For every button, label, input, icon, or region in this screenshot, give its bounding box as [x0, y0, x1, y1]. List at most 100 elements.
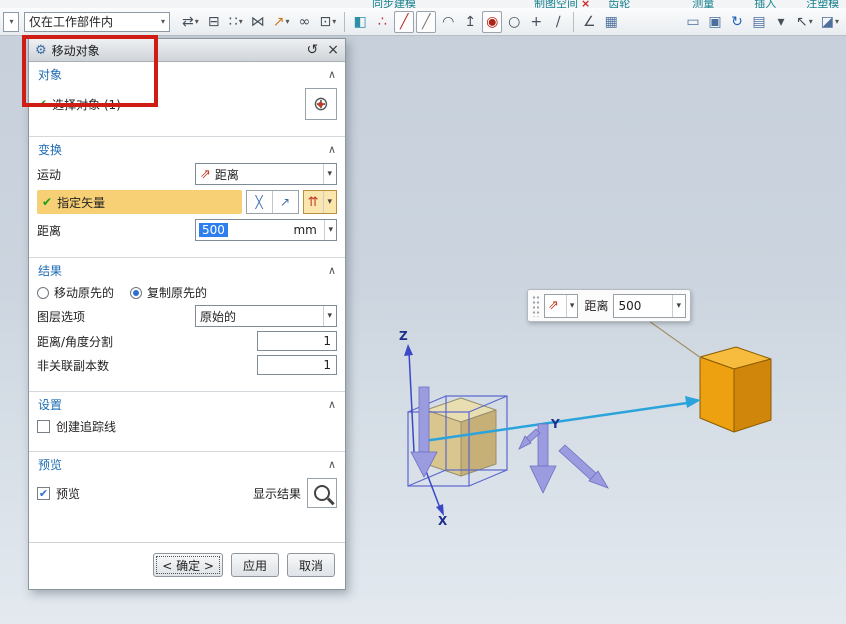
section-settings-header[interactable]: 设置 ∧ [29, 392, 345, 416]
close-icon[interactable]: × [327, 43, 339, 57]
vector-dialog-button[interactable]: ↗ [271, 191, 298, 213]
division-value: 1 [323, 334, 331, 348]
layer-manager-icon[interactable]: ▤ [749, 11, 769, 33]
section-object-header[interactable]: 对象 ∧ [29, 62, 345, 86]
crosshair-icon: ⊕ [313, 92, 329, 115]
distance-value[interactable]: 500 [199, 223, 228, 237]
distance-input[interactable]: 500 mm ▾ [195, 219, 337, 241]
circle-snap-icon-glyph: ○ [508, 13, 521, 30]
shaded-cube-icon[interactable]: ◧ [350, 11, 370, 33]
endpoint-snap-icon-glyph: ╱ [400, 13, 409, 30]
dropdown-arrow-icon: ▾ [323, 306, 332, 326]
dropdown-arrow-icon: ▾ [285, 17, 290, 26]
distance-unit[interactable]: mm [293, 223, 321, 237]
radio-copy-original[interactable]: 复制原先的 [130, 284, 207, 301]
dialog-titlebar[interactable]: ⚙ 移动对象 ↺ × [29, 39, 345, 62]
collapse-icon[interactable]: ∧ [328, 458, 336, 471]
slash-snap-icon[interactable]: ∕ [548, 11, 568, 33]
collapse-icon[interactable]: ∧ [328, 143, 336, 156]
reset-icon[interactable]: ↺ [307, 43, 319, 57]
target-cube[interactable] [699, 346, 772, 433]
copy-display-icon[interactable]: ⊟ [204, 11, 224, 33]
radio-move-original[interactable]: 移动原先的 [37, 284, 114, 301]
rotate-view-icon[interactable]: ↻ [727, 11, 747, 33]
axis-x-label: X [438, 514, 448, 528]
radio-row: 移动原先的 复制原先的 [29, 282, 345, 303]
show-result-label: 显示结果 [252, 486, 301, 501]
reverse-direction-button[interactable]: ╳ [247, 191, 272, 213]
close-icon: × [581, 0, 591, 8]
circle-snap-icon[interactable]: ○ [504, 11, 524, 33]
specify-vector-field[interactable]: ✔ 指定矢量 [37, 190, 242, 214]
pattern-geometry-icon[interactable]: ∷ ▾ [226, 11, 246, 33]
fit-window-icon[interactable]: ▣ [705, 11, 725, 33]
extract-region-icon[interactable]: ⊡ ▾ [317, 11, 340, 33]
distance-row: 距离 500 mm ▾ [29, 217, 345, 243]
mini-distance-input[interactable]: 500 ▾ [613, 293, 686, 318]
preview-label: 预览 [56, 486, 81, 501]
layer-option-dropdown[interactable]: 原始的 ▾ [195, 305, 337, 327]
vector-type-icon: ⇈ [307, 194, 319, 210]
shaded-cube-icon-glyph: ◧ [353, 13, 367, 30]
trace-line-checkbox[interactable] [37, 420, 50, 433]
section-transform-header[interactable]: 变换 ∧ [29, 137, 345, 161]
point-on-curve-icon[interactable]: ↥ [460, 11, 480, 33]
toolbar-icons: ⇄ ▾ ⊟ ∷ ▾ ⋈ ↗ ▾ ∞ ⊡ ▾ ◧ ∴ ╱ ╱ ◠ ↥ ◉ ○ + ∕ ∠ ▦ ▭ ▣ ↻ ▤ ▾ ↖ ▾ ◪ ▾ [178, 8, 843, 35]
copies-input[interactable]: 1 [257, 355, 337, 375]
vector-type-dropdown[interactable]: ⇈ ▾ [302, 190, 337, 214]
gear-icon: ⚙ [35, 42, 47, 58]
selection-filter-icon[interactable]: ↖ ▾ [793, 11, 816, 33]
dropdown-arrow-icon: ▾ [323, 164, 332, 184]
rotate-view-icon-glyph: ↻ [731, 13, 743, 30]
center-snap-icon[interactable]: ◉ [482, 10, 503, 33]
cancel-button[interactable]: 取消 [287, 553, 335, 577]
apply-button[interactable]: 应用 [231, 553, 279, 577]
division-input[interactable]: 1 [257, 331, 337, 351]
angle-snap-icon[interactable]: ∠ [579, 11, 599, 33]
trace-line-row: 创建追踪线 [29, 416, 345, 437]
select-object-button[interactable]: ⊕ [305, 88, 337, 120]
center-snap-icon-glyph: ◉ [486, 13, 499, 30]
collapse-icon[interactable]: ∧ [328, 398, 336, 411]
ok-button[interactable]: < 确定 > [153, 553, 223, 577]
toolbar-overflow-icon[interactable]: ▾ [771, 11, 791, 33]
source-cube[interactable] [425, 397, 497, 477]
assign-handle-icon[interactable]: ⇄ ▾ [179, 11, 202, 33]
radio-selected-icon [130, 286, 143, 299]
vector-type-dropdown-mini[interactable]: ⇗ ▾ [544, 293, 579, 318]
leader-line [648, 320, 702, 359]
section-result-header[interactable]: 结果 ∧ [29, 258, 345, 282]
preview-checkbox[interactable]: ✔ [37, 486, 50, 500]
scope-filter-dropdown[interactable]: 仅在工作部件内 ▾ [24, 11, 170, 32]
mirror-geometry-icon[interactable]: ⋈ [248, 11, 268, 33]
motion-dropdown[interactable]: ⇗ 距离 ▾ [195, 163, 337, 185]
interpart-link-icon[interactable]: ∞ [295, 11, 315, 33]
midpoint-snap-icon[interactable]: ╱ [416, 10, 437, 33]
more-commands-icon[interactable]: ◪ ▾ [818, 11, 842, 33]
drag-handle-diagonal[interactable] [558, 444, 609, 489]
endpoint-snap-icon[interactable]: ╱ [394, 10, 415, 33]
toolbar-overflow-icon-glyph: ▾ [777, 13, 785, 30]
window-cascade-icon[interactable]: ▭ [683, 11, 703, 33]
grid-icon-glyph: ▦ [604, 13, 618, 30]
selection-filter-icon-glyph: ↖ [796, 13, 808, 30]
motion-row: 运动 ⇗ 距离 ▾ [29, 161, 345, 187]
copies-row: 非关联副本数 1 [29, 353, 345, 377]
dropdown-arrow-icon: ▾ [672, 294, 681, 317]
assign-handle-icon-glyph: ⇄ [182, 13, 194, 30]
section-preview-header[interactable]: 预览 ∧ [29, 452, 345, 476]
promote-body-icon[interactable]: ↗ ▾ [270, 11, 293, 33]
collapse-icon[interactable]: ∧ [328, 68, 336, 81]
collapse-icon[interactable]: ∧ [328, 264, 336, 277]
intersection-snap-icon[interactable]: + [526, 11, 546, 33]
snap-point-icon[interactable]: ∴ [372, 11, 392, 33]
drag-handle-small[interactable] [518, 428, 541, 450]
partial-dropdown[interactable]: ▾ [3, 11, 19, 32]
division-label: 距离/角度分割 [37, 334, 114, 349]
interpart-link-icon-glyph: ∞ [298, 13, 311, 30]
arc-snap-icon[interactable]: ◠ [438, 11, 458, 33]
show-result-button[interactable] [307, 478, 337, 508]
drag-grip[interactable] [532, 294, 539, 317]
grid-icon[interactable]: ▦ [601, 11, 621, 33]
dialog-body: 对象 ∧ ✔ 选择对象 (1) ⊕ 变换 ∧ 运动 ⇗ 距离 ▾ ✔ 指定矢量 … [29, 62, 345, 542]
